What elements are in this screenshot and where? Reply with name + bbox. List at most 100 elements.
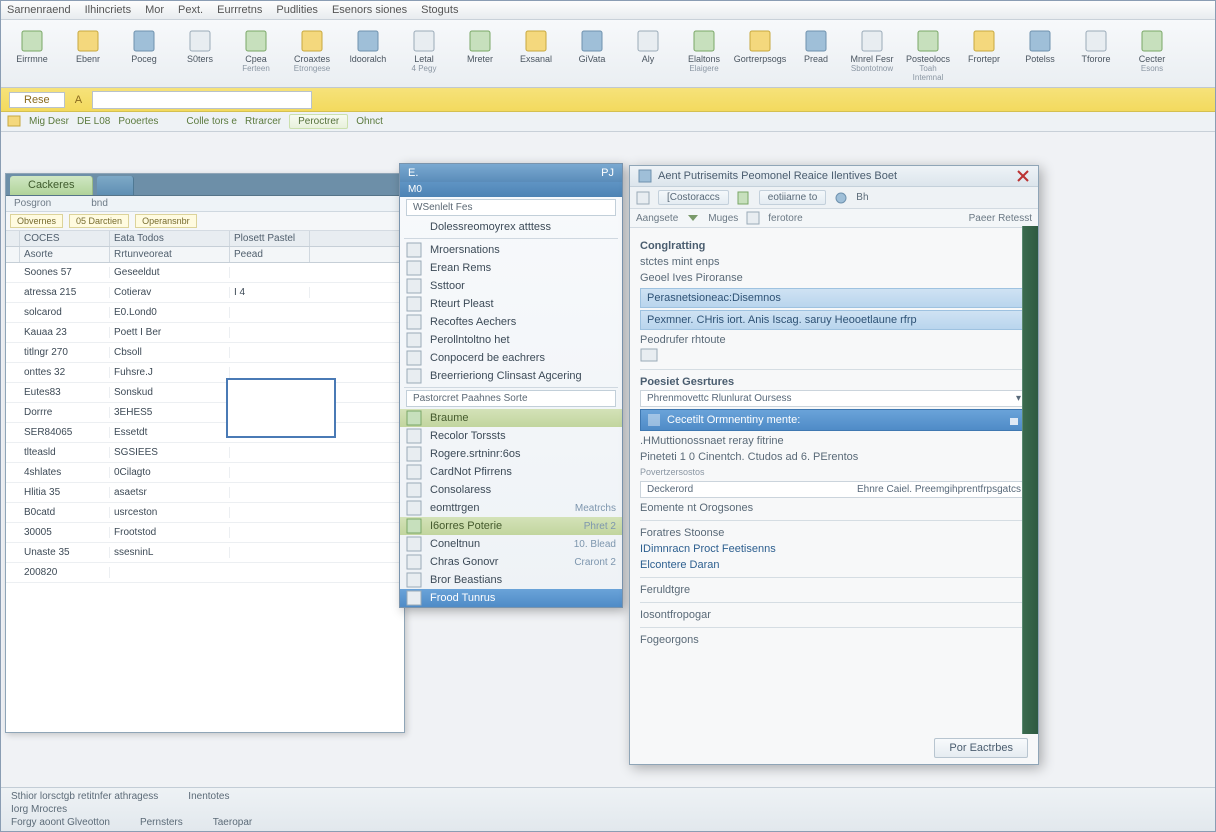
cell[interactable]: usrceston <box>110 507 230 518</box>
filter-cell[interactable]: Operansnbr <box>135 214 197 228</box>
col-head[interactable] <box>6 231 20 246</box>
table-row[interactable]: solcarodE0.Lond0 <box>6 303 404 323</box>
ribbon-button[interactable]: CpeaFerteen <box>229 26 283 85</box>
cell[interactable]: Kauaa 23 <box>20 327 110 338</box>
ribbon-button[interactable]: ElaltonsElaigere <box>677 26 731 85</box>
cell[interactable]: Unaste 35 <box>20 547 110 558</box>
cell[interactable]: solcarod <box>20 307 110 318</box>
table-row[interactable]: Dorrre3EHES5 <box>6 403 404 423</box>
apply-button[interactable]: Por Eactrbes <box>934 738 1028 758</box>
panel-link[interactable]: Pineteti 1 0 Cinentch. Ctudos ad 6. PEre… <box>640 449 1028 465</box>
ribbon-button[interactable]: Eirrmne <box>5 26 59 85</box>
menu-item[interactable]: Eurrretns <box>217 4 262 16</box>
field[interactable]: DeckerordEhnre Caiel. Preemgihprentfrpsg… <box>640 481 1028 498</box>
tool-label[interactable]: Pooertes <box>118 116 158 127</box>
menu-item[interactable]: Breerrieriong Clinsast Agcering <box>400 367 622 385</box>
tool-label[interactable]: Paeer Retesst <box>969 213 1032 224</box>
panel-link[interactable]: Feruldtgre ▸ <box>640 582 1028 598</box>
menu-subfield[interactable]: Pastorcret Paahnes Sorte <box>406 390 616 407</box>
tool-label[interactable]: Colle tors e <box>186 116 237 127</box>
ribbon-button[interactable]: GiVata <box>565 26 619 85</box>
ribbon-button[interactable]: Exsanal <box>509 26 563 85</box>
ribbon-button[interactable]: Potelss <box>1013 26 1067 85</box>
ribbon-button[interactable]: CecterEsons <box>1125 26 1179 85</box>
table-row[interactable]: Soones 57Geseeldut <box>6 263 404 283</box>
cell[interactable]: Frootstod <box>110 527 230 538</box>
menu-item[interactable]: I6orres PoteriePhret 2 <box>400 517 622 535</box>
cell[interactable]: ssesninL <box>110 547 230 558</box>
menu-item[interactable]: Rogere.srtninr:6os <box>400 445 622 463</box>
cell[interactable]: Essetdt <box>110 427 230 438</box>
ribbon-button[interactable]: Frortepr <box>957 26 1011 85</box>
cell[interactable]: Fuhsre.J <box>110 367 230 378</box>
book-icon[interactable] <box>636 191 650 205</box>
dropdown-field[interactable]: Phrenmovettc Rlunlurat Oursess▾ <box>640 390 1028 407</box>
chip[interactable]: Peroctrer <box>289 114 348 129</box>
panel-link[interactable]: Eomente nt Orogsones <box>640 500 1028 516</box>
cell[interactable]: 30005 <box>20 527 110 538</box>
menu-item[interactable]: Esenors siones <box>332 4 407 16</box>
toolbar-tab[interactable]: eotiiarne to <box>759 190 826 205</box>
close-icon[interactable] <box>1016 169 1030 183</box>
table-row[interactable]: 4shlates0Cilagto <box>6 463 404 483</box>
table-row[interactable]: titlngr 270Cbsoll <box>6 343 404 363</box>
menu-item[interactable]: Pext. <box>178 4 203 16</box>
ribbon-button[interactable]: Mnrel FesrSbontotnow <box>845 26 899 85</box>
panel-link[interactable]: Elcontere Daran <box>640 557 1028 573</box>
table-row[interactable]: Unaste 35ssesninL <box>6 543 404 563</box>
menu-item[interactable]: eomttrgenMeatrchs <box>400 499 622 517</box>
menu-item[interactable]: Conpocerd be eachrers <box>400 349 622 367</box>
table-row[interactable]: B0catdusrceston <box>6 503 404 523</box>
panel-link[interactable]: IDimnracn Proct Feetisenns <box>640 541 1028 557</box>
menu-item[interactable]: Pudlities <box>276 4 318 16</box>
tool-label[interactable]: Muges <box>708 213 738 224</box>
menu-item[interactable]: Dolessreomoyrex atttess <box>400 218 622 236</box>
cell[interactable]: B0catd <box>20 507 110 518</box>
table-row[interactable]: SER84065Essetdt <box>6 423 404 443</box>
formula-input[interactable] <box>92 91 312 109</box>
tool-label[interactable]: DE L08 <box>77 116 110 127</box>
arrow-icon[interactable] <box>686 211 700 225</box>
cell[interactable]: 0Cilagto <box>110 467 230 478</box>
panel-link[interactable]: Iosontfropogar <box>640 607 1028 623</box>
table-row[interactable]: Eutes83Sonskud <box>6 383 404 403</box>
table-row[interactable]: Hlitia 35asaetsr <box>6 483 404 503</box>
doc-icon[interactable] <box>737 191 751 205</box>
scrollbar[interactable] <box>1022 226 1038 734</box>
ribbon-button[interactable]: Poceg <box>117 26 171 85</box>
panel-band[interactable]: Perasnetsioneac:Disemnos <box>640 288 1028 308</box>
panel-link[interactable]: Foratres Stoonse <box>640 525 1028 541</box>
menu-item[interactable]: Recolor Torssts <box>400 427 622 445</box>
ribbon-button[interactable]: Aly <box>621 26 675 85</box>
sheet-tab[interactable] <box>97 176 134 195</box>
panel-link[interactable]: Fogeorgons ▸ <box>640 632 1028 648</box>
toolbar-tab[interactable]: [Costoraccs <box>658 190 729 205</box>
cell[interactable]: 200820 <box>20 567 110 578</box>
menu-item[interactable]: Chras GonovrCraront 2 <box>400 553 622 571</box>
table-row[interactable]: 200820 <box>6 563 404 583</box>
ribbon-button[interactable]: ldooralch <box>341 26 395 85</box>
cell[interactable]: Geseeldut <box>110 267 230 278</box>
cell[interactable]: 4shlates <box>20 467 110 478</box>
cell[interactable]: titlngr 270 <box>20 347 110 358</box>
ribbon-button[interactable]: Letal4 Pegy <box>397 26 451 85</box>
name-box[interactable]: Rese <box>9 92 65 108</box>
panel-link[interactable]: Povertzersostos <box>640 465 1028 479</box>
menu-item[interactable]: Frood Tunrus <box>400 589 622 607</box>
cell[interactable]: E0.Lond0 <box>110 307 230 318</box>
menu-item[interactable]: Mroersnations <box>400 241 622 259</box>
menu-item[interactable]: Recoftes Aechers <box>400 313 622 331</box>
menu-item[interactable]: Erean Rems <box>400 259 622 277</box>
grid[interactable]: Soones 57Geseeldutatressa 215CotieravI 4… <box>6 263 404 583</box>
cell[interactable]: Poett I Ber <box>110 327 230 338</box>
table-row[interactable]: atressa 215CotieravI 4 <box>6 283 404 303</box>
menu-item[interactable]: Perollntoltno het <box>400 331 622 349</box>
cell[interactable]: tlteasld <box>20 447 110 458</box>
tool-label[interactable]: Rtrarcer <box>245 116 281 127</box>
cell[interactable]: asaetsr <box>110 487 230 498</box>
tool-label[interactable]: ferotore <box>768 213 802 224</box>
menu-item[interactable]: Sarnenraend <box>7 4 71 16</box>
menu-item[interactable]: Stoguts <box>421 4 458 16</box>
ribbon-button[interactable]: Ebenr <box>61 26 115 85</box>
cell[interactable]: Cbsoll <box>110 347 230 358</box>
